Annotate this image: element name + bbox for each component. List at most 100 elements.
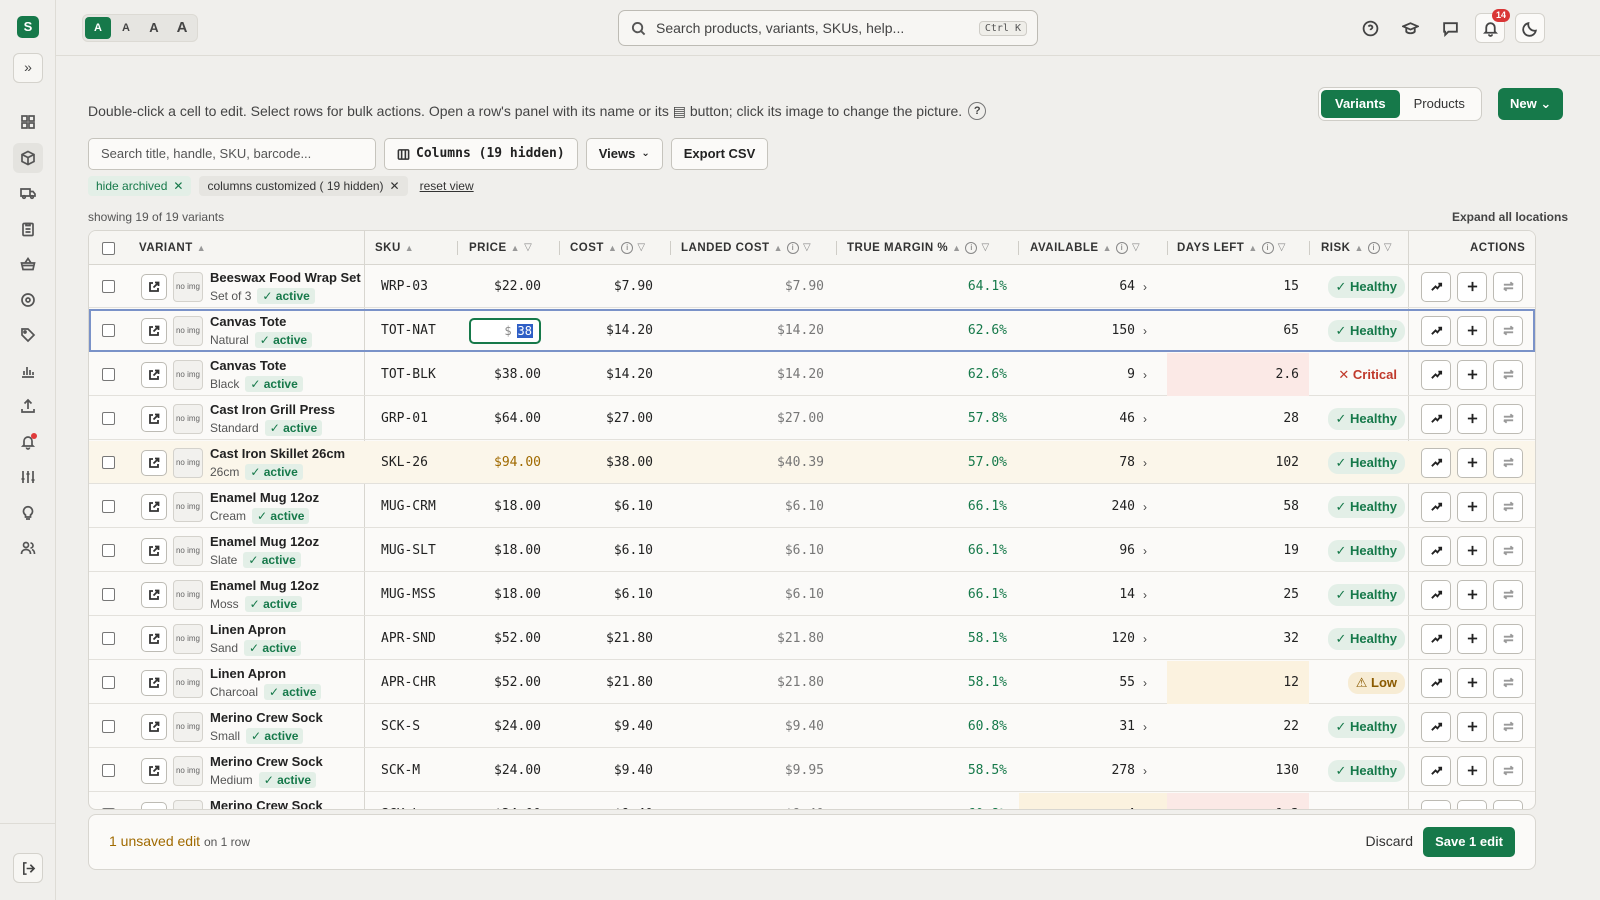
price-cell[interactable]: $52.00 — [494, 675, 541, 690]
trend-button[interactable] — [1421, 535, 1451, 566]
column-header-true-margin[interactable]: TRUE MARGIN % ▲ i ▽ — [847, 231, 990, 265]
available-cell[interactable]: 9 — [1127, 367, 1135, 382]
add-button[interactable] — [1457, 359, 1487, 390]
chevron-right-icon[interactable]: › — [1143, 412, 1147, 426]
hint-help-icon[interactable]: ? — [968, 102, 987, 120]
variant-image[interactable]: no img — [173, 403, 203, 434]
new-button[interactable]: New ⌄ — [1498, 88, 1564, 120]
variant-image[interactable]: no img — [173, 535, 203, 566]
app-logo[interactable]: S — [17, 16, 39, 38]
filter-icon[interactable]: ▽ — [803, 231, 811, 265]
help-button[interactable] — [1355, 13, 1385, 43]
add-button[interactable] — [1457, 799, 1487, 809]
transfer-button[interactable] — [1493, 535, 1523, 566]
variant-title[interactable]: Merino Crew Sock — [210, 798, 323, 810]
price-cell[interactable]: $22.00 — [494, 279, 541, 294]
price-cell[interactable]: $18.00 — [494, 587, 541, 602]
trend-button[interactable] — [1421, 271, 1451, 302]
row-checkbox[interactable] — [102, 588, 115, 601]
sort-icon[interactable]: ▲ — [511, 231, 520, 265]
cost-cell[interactable]: $9.40 — [614, 807, 653, 809]
transfer-button[interactable] — [1493, 271, 1523, 302]
transfer-button[interactable] — [1493, 359, 1523, 390]
trend-button[interactable] — [1421, 667, 1451, 698]
available-cell[interactable]: 96 — [1119, 543, 1135, 558]
transfer-button[interactable] — [1493, 491, 1523, 522]
cost-cell[interactable]: $21.80 — [606, 631, 653, 646]
cost-cell[interactable]: $6.10 — [614, 587, 653, 602]
table-row[interactable]: no img Enamel Mug 12oz Slate ✓ active MUG-SL… — [89, 529, 1535, 572]
row-checkbox[interactable] — [102, 456, 115, 469]
cost-cell[interactable]: $6.10 — [614, 499, 653, 514]
info-icon[interactable]: i — [1367, 242, 1380, 254]
add-button[interactable] — [1457, 491, 1487, 522]
sidebar-item-import[interactable] — [13, 391, 43, 421]
transfer-button[interactable] — [1493, 579, 1523, 610]
sku-cell[interactable]: TOT-NAT — [381, 323, 436, 338]
available-cell[interactable]: 78 — [1119, 455, 1135, 470]
row-checkbox[interactable] — [102, 720, 115, 733]
variant-title[interactable]: Cast Iron Skillet 26cm — [210, 446, 345, 461]
price-cell[interactable]: $18.00 — [494, 499, 541, 514]
column-header-risk[interactable]: RISK ▲ i ▽ — [1321, 231, 1392, 265]
cost-cell[interactable]: $21.80 — [606, 675, 653, 690]
add-button[interactable] — [1457, 623, 1487, 654]
sort-icon[interactable]: ▲ — [1248, 231, 1257, 265]
sidebar-item-insights[interactable] — [13, 498, 43, 528]
chevron-right-icon[interactable]: › — [1143, 632, 1147, 646]
sidebar-item-shipping[interactable] — [13, 178, 43, 208]
variant-image[interactable]: no img — [173, 359, 203, 390]
info-icon[interactable]: i — [621, 242, 634, 254]
transfer-button[interactable] — [1493, 623, 1523, 654]
price-cell[interactable]: $24.00 — [494, 763, 541, 778]
sku-cell[interactable]: GRP-01 — [381, 411, 428, 426]
column-header-landed-cost[interactable]: LANDED COST ▲ i ▽ — [681, 231, 811, 265]
column-header-days-left[interactable]: DAYS LEFT ▲ i ▽ — [1177, 231, 1286, 265]
table-row[interactable]: no img Canvas Tote Black ✓ active TOT-BLK $38… — [89, 353, 1535, 396]
academy-button[interactable] — [1395, 13, 1425, 43]
row-checkbox[interactable] — [102, 676, 115, 689]
variant-title[interactable]: Merino Crew Sock — [210, 754, 323, 769]
trend-button[interactable] — [1421, 315, 1451, 346]
sort-icon[interactable]: ▲ — [952, 231, 961, 265]
price-edit-input[interactable]: $38 — [469, 317, 541, 344]
table-row[interactable]: no img Merino Crew Sock Medium ✓ active SCK-… — [89, 749, 1535, 792]
variant-title[interactable]: Enamel Mug 12oz — [210, 534, 319, 549]
price-cell[interactable]: $24.00 — [494, 807, 541, 809]
row-checkbox[interactable] — [102, 764, 115, 777]
sku-cell[interactable]: APR-SND — [381, 631, 436, 646]
variant-image[interactable]: no img — [173, 799, 203, 809]
chevron-right-icon[interactable]: › — [1143, 720, 1147, 734]
price-cell[interactable]: $38.00 — [494, 367, 541, 382]
trend-button[interactable] — [1421, 623, 1451, 654]
add-button[interactable] — [1457, 447, 1487, 478]
available-cell[interactable]: 4 — [1127, 807, 1135, 809]
sku-cell[interactable]: SCK-S — [381, 719, 420, 734]
sidebar-item-settings[interactable] — [13, 462, 43, 492]
variant-title[interactable]: Enamel Mug 12oz — [210, 578, 319, 593]
sku-cell[interactable]: APR-CHR — [381, 675, 436, 690]
table-row[interactable]: no img Beeswax Food Wrap Set Set of 3 ✓ act… — [89, 265, 1535, 308]
transfer-button[interactable] — [1493, 447, 1523, 478]
sidebar-item-orders[interactable] — [13, 214, 43, 244]
variant-image[interactable]: no img — [173, 755, 203, 786]
export-csv-button[interactable]: Export CSV — [670, 138, 769, 170]
sidebar-item-reports[interactable] — [13, 356, 43, 386]
font-size-s-button[interactable]: A — [113, 17, 139, 39]
table-row[interactable]: no img Merino Crew Sock Small ✓ active SCK-S… — [89, 705, 1535, 748]
open-panel-button[interactable] — [141, 581, 167, 608]
filter-icon[interactable]: ▽ — [1132, 231, 1140, 265]
trend-button[interactable] — [1421, 711, 1451, 742]
add-button[interactable] — [1457, 579, 1487, 610]
price-cell[interactable]: $64.00 — [494, 411, 541, 426]
chevron-right-icon[interactable]: › — [1143, 456, 1147, 470]
sidebar-item-dashboard[interactable] — [13, 107, 43, 137]
variant-image[interactable]: no img — [173, 623, 203, 654]
variant-title[interactable]: Linen Apron — [210, 622, 286, 637]
messages-button[interactable] — [1435, 13, 1465, 43]
sku-cell[interactable]: WRP-03 — [381, 279, 428, 294]
chevron-right-icon[interactable]: › — [1143, 544, 1147, 558]
close-icon[interactable]: ✕ — [173, 176, 183, 196]
cost-cell[interactable]: $14.20 — [606, 323, 653, 338]
open-panel-button[interactable] — [141, 537, 167, 564]
